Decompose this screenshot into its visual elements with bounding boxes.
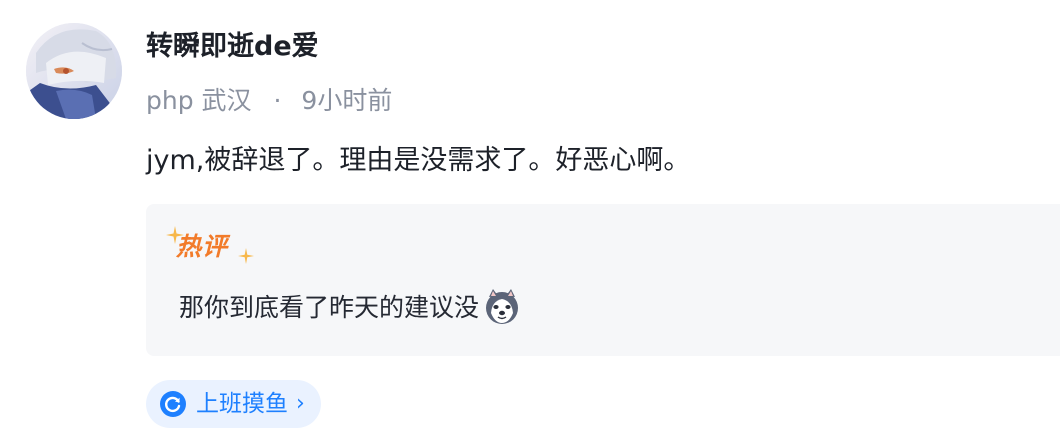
hot-comment-text: 那你到底看了昨天的建议没 (179, 289, 521, 326)
post-time: 9小时前 (301, 86, 393, 115)
author-location: 武汉 (201, 86, 252, 115)
anime-avatar-image (26, 23, 122, 119)
topic-tag-label: 上班摸鱼 (196, 391, 288, 417)
topic-tag-button[interactable]: 上班摸鱼 › (146, 380, 321, 428)
husky-dog-emoji-icon (486, 289, 519, 324)
meta-separator: · (273, 86, 282, 115)
refresh-circle-icon (160, 391, 186, 417)
post-card: 转瞬即逝de爱 php 武汉 · 9小时前 jym,被辞退了。理由是没需求了。好… (0, 0, 1060, 448)
hot-comment-box[interactable]: 热评 那你到底看了昨天的建议没 (146, 204, 1060, 356)
author-meta: php 武汉 · 9小时前 (146, 83, 392, 119)
hot-comment-label: 热评 (176, 232, 229, 261)
hot-comment-body: 那你到底看了昨天的建议没 (179, 293, 480, 322)
author-name[interactable]: 转瞬即逝de爱 (146, 27, 319, 67)
sparkle-icon (238, 248, 254, 264)
avatar[interactable] (26, 23, 122, 119)
chevron-right-icon: › (296, 391, 305, 416)
author-job: php (146, 86, 194, 115)
post-content[interactable]: jym,被辞退了。理由是没需求了。好恶心啊。 (146, 141, 690, 181)
